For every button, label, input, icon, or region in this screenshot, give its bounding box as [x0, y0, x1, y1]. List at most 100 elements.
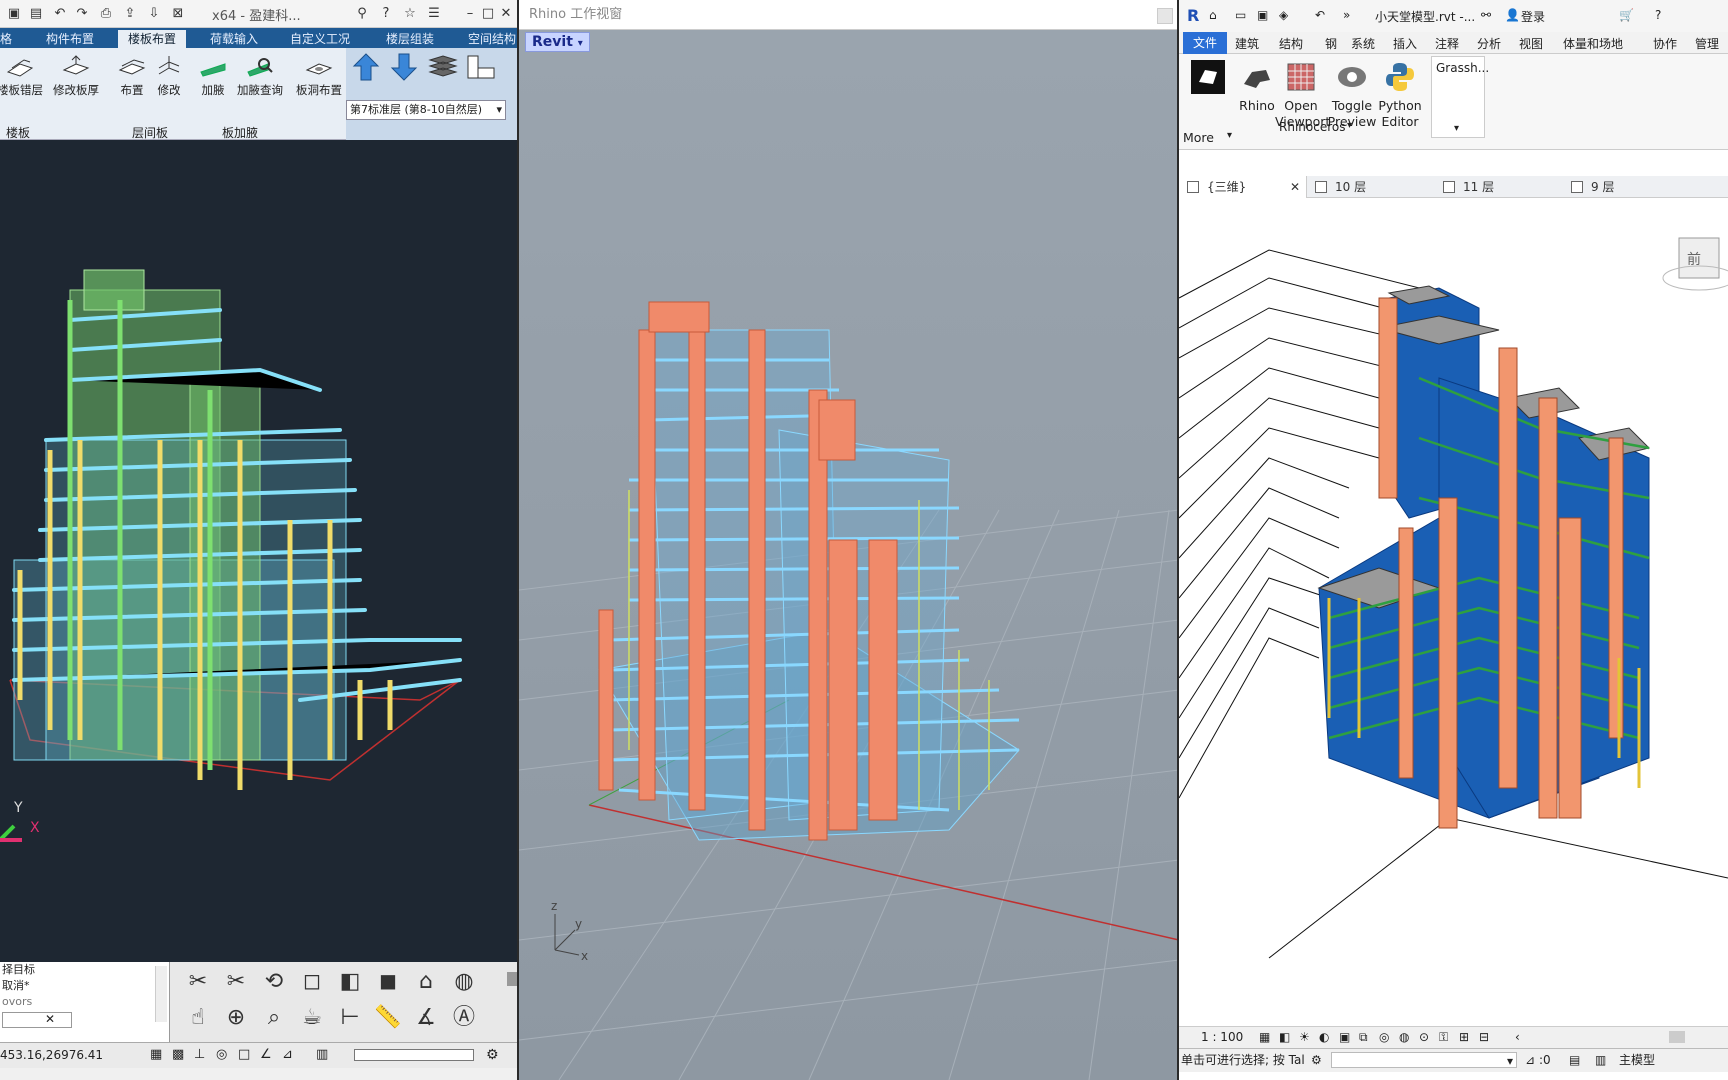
save-icon[interactable]: ▣ — [6, 6, 22, 22]
tab-manage[interactable]: 管理 — [1695, 35, 1719, 52]
export-icon[interactable]: ⇪ — [122, 6, 138, 22]
minimize-icon[interactable]: – — [462, 6, 478, 22]
visual-style-icon[interactable]: ◧ — [1279, 1027, 1290, 1047]
render-icon[interactable]: ▣ — [1339, 1027, 1350, 1047]
save-as-icon[interactable]: ▤ — [28, 6, 44, 22]
angle-icon[interactable]: ∡ — [410, 1002, 442, 1034]
workset-icon[interactable]: ⚙ — [1311, 1049, 1322, 1071]
login-label[interactable]: 登录 — [1521, 8, 1545, 25]
import-icon[interactable]: ⇩ — [146, 6, 162, 22]
view-side-icon[interactable]: ◧ — [334, 966, 366, 998]
text-icon[interactable]: Ⓐ — [448, 1002, 480, 1034]
constraints-icon[interactable]: ⊟ — [1479, 1027, 1489, 1047]
print-icon[interactable]: ⎙ — [98, 6, 114, 22]
undo-icon[interactable]: ↶ — [52, 6, 68, 22]
hand-icon[interactable]: ☝ — [182, 1002, 214, 1034]
close-icon[interactable]: ✕ — [498, 6, 514, 22]
slab-hole-button[interactable]: 板洞布置 — [296, 54, 342, 98]
zoom-icon[interactable]: ⌕ — [258, 1002, 290, 1034]
tab-steel[interactable]: 钢 — [1325, 35, 1337, 52]
crop-icon[interactable]: ⧉ — [1359, 1027, 1368, 1047]
open-icon[interactable]: ▭ — [1235, 8, 1246, 22]
undo-icon[interactable]: ↶ — [1315, 8, 1325, 22]
help-icon[interactable]: ? — [1655, 8, 1661, 22]
all-floors-icon[interactable] — [428, 54, 458, 80]
tab-member-layout[interactable]: 构件布置 — [46, 30, 94, 47]
view-tab-floor-10[interactable]: 10 层 — [1307, 176, 1435, 198]
lock-3d-icon[interactable]: ⚿ — [1439, 1027, 1448, 1047]
hide-icon[interactable]: ◎ — [1379, 1027, 1389, 1047]
floor-down-icon[interactable] — [390, 52, 418, 82]
view-scale[interactable]: 1 : 100 — [1201, 1027, 1243, 1047]
tab-grid[interactable]: 格 — [0, 30, 12, 47]
floor-select-dropdown[interactable]: 第7标准层 (第8-10自然层) ▾ — [346, 100, 506, 120]
maximize-icon[interactable]: □ — [480, 6, 496, 22]
measure-icon[interactable]: ⊢ — [334, 1002, 366, 1034]
more-label[interactable]: More — [1183, 130, 1214, 145]
detail-level-icon[interactable]: ▦ — [1259, 1027, 1270, 1047]
rhino-inside-logo-icon[interactable] — [1191, 60, 1225, 94]
progress-slider[interactable] — [354, 1049, 474, 1061]
grid-display-icon[interactable]: ▩ — [172, 1043, 184, 1067]
search-binoculars-icon[interactable]: ⚯ — [1481, 8, 1491, 22]
save-icon[interactable]: ▣ — [1257, 8, 1268, 22]
sync-icon[interactable]: ◈ — [1279, 8, 1288, 22]
snap-icon[interactable]: □ — [238, 1043, 250, 1067]
home-icon[interactable]: ⌂ — [1209, 8, 1217, 22]
main-model-icon[interactable]: ▥ — [1595, 1049, 1606, 1071]
tab-custom-case[interactable]: 自定义工况 — [290, 30, 350, 47]
more-icon[interactable]: » — [1343, 8, 1350, 22]
view-tab-floor-9[interactable]: 9 层 — [1563, 176, 1691, 198]
revit-logo-icon[interactable]: R — [1187, 6, 1199, 25]
ruler-icon[interactable]: 📏 — [372, 1002, 404, 1034]
view-home-icon[interactable]: ⌂ — [410, 966, 442, 998]
toolbar-scroll[interactable] — [507, 972, 517, 986]
tab-space-structure[interactable]: 空间结构 — [468, 30, 516, 47]
sun-path-icon[interactable]: ☀ — [1299, 1027, 1310, 1047]
tab-file[interactable]: 文件 — [1183, 32, 1228, 54]
teapot-icon[interactable]: ☕ — [296, 1002, 328, 1034]
zoom-extent-icon[interactable]: ⊕ — [220, 1002, 252, 1034]
tab-annotate[interactable]: 注释 — [1435, 35, 1459, 52]
modify-thickness-button[interactable]: 修改板厚 — [48, 54, 104, 98]
revit-3d-view[interactable]: 前 — [1179, 198, 1728, 1026]
view-sphere-icon[interactable]: ◍ — [448, 966, 480, 998]
tab-systems[interactable]: 系统 — [1351, 35, 1375, 52]
close-file-icon[interactable]: ⊠ — [170, 6, 186, 22]
polar-icon[interactable]: ◎ — [216, 1043, 227, 1067]
tab-architecture[interactable]: 建筑 — [1235, 35, 1259, 52]
ortho-icon[interactable]: ⊥ — [194, 1043, 205, 1067]
horizontal-scrollbar[interactable] — [1669, 1031, 1685, 1043]
python-editor-button[interactable]: Python Editor — [1375, 60, 1425, 130]
dyn-icon[interactable]: ⊿ — [282, 1043, 293, 1067]
grasshopper-panel[interactable]: Grassh... ▾ — [1431, 56, 1489, 138]
revit-viewport-button[interactable]: Revit ▾ — [525, 32, 590, 52]
tab-structure[interactable]: 结构 — [1279, 35, 1303, 52]
user-icon[interactable]: 👤 — [1505, 8, 1520, 22]
view-iso-icon[interactable]: ◼ — [372, 966, 404, 998]
orbit-icon[interactable]: ✂ — [182, 966, 214, 998]
floor-up-icon[interactable] — [352, 52, 380, 82]
redo-icon[interactable]: ↷ — [74, 6, 90, 22]
view-tab-floor-11[interactable]: 11 层 — [1435, 176, 1563, 198]
rhino-button[interactable]: Rhino — [1235, 60, 1279, 114]
help-icon[interactable]: ? — [378, 6, 394, 22]
tab-analyze[interactable]: 分析 — [1477, 35, 1501, 52]
filter-icon[interactable]: ⊿ — [1525, 1049, 1535, 1071]
pin-icon[interactable]: ⚲ — [354, 6, 370, 22]
haunch-button[interactable]: 加腋 — [196, 54, 230, 98]
tab-collaborate[interactable]: 协作 — [1653, 35, 1677, 52]
tab-floor-assembly[interactable]: 楼层组装 — [386, 30, 434, 47]
tab-massing-site[interactable]: 体量和场地 — [1563, 35, 1623, 52]
tab-insert[interactable]: 插入 — [1393, 35, 1417, 52]
shadows-icon[interactable]: ◐ — [1319, 1027, 1329, 1047]
temp-hide-icon[interactable]: ◍ — [1399, 1027, 1409, 1047]
haunch-query-button[interactable]: 加腋查询 — [234, 54, 286, 98]
viewport-maximize-button[interactable] — [1157, 8, 1173, 24]
tab-load-input[interactable]: 荷载输入 — [210, 30, 258, 47]
star-icon[interactable]: ☆ — [402, 6, 418, 22]
view-tab-3d[interactable]: {三维} ✕ — [1179, 176, 1307, 198]
layout-button[interactable]: 布置 — [114, 54, 150, 98]
slab-offset-button[interactable]: 楼板错层 — [0, 54, 44, 98]
rhino-3d-viewport[interactable]: z y x — [519, 30, 1179, 1080]
